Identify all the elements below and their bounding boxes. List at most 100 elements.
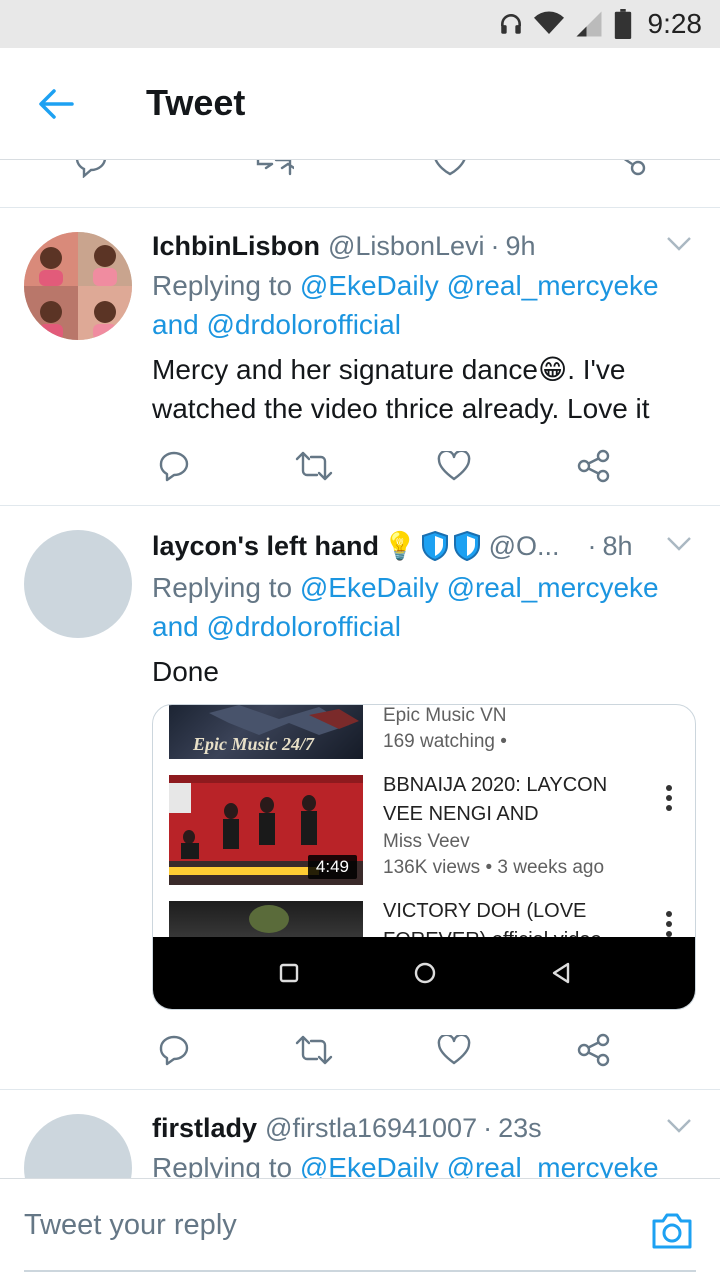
share-button[interactable]	[574, 1030, 614, 1070]
user-handle[interactable]: @firstla16941007	[265, 1113, 477, 1144]
status-bar: 9:28	[0, 0, 720, 48]
thumbnail-caption: Epic Music 24/7	[193, 734, 315, 754]
like-button[interactable]	[434, 446, 474, 486]
tweet-text-line: watched the video thrice already. Love i…	[152, 393, 650, 424]
tweet-header: firstlady @firstla16941007 · 23s	[152, 1110, 700, 1146]
share-icon	[577, 449, 610, 483]
display-name[interactable]: laycon's left hand	[152, 531, 379, 562]
back-triangle-icon	[552, 962, 570, 984]
more-options-icon[interactable]	[665, 911, 673, 937]
replying-to: Replying to @EkeDaily @real_mercyeke	[152, 1148, 690, 1178]
video-list-item[interactable]: Epic Music 24/7 Epic Music VN 169 watchi…	[169, 705, 695, 761]
video-title: VEE NENGI AND	[383, 803, 539, 825]
shield-emoji-icon	[421, 530, 448, 562]
mention-link[interactable]: @EkeDaily	[300, 1152, 439, 1178]
replying-prefix: Replying to	[152, 270, 293, 301]
recents-icon	[279, 963, 299, 983]
chevron-down-icon[interactable]	[666, 536, 692, 552]
video-thumbnail: 4:49	[169, 775, 363, 885]
video-stats: 136K views • 3 weeks ago	[383, 857, 605, 878]
retweet-button[interactable]	[294, 1030, 334, 1070]
tweet-text: Done	[152, 656, 219, 687]
headphones-icon	[500, 14, 521, 34]
page-title: Tweet	[146, 82, 246, 123]
display-name[interactable]: IchbinLisbon	[152, 231, 320, 262]
video-title: FOREVER) official video	[383, 926, 655, 937]
video-stats: 169 watching •	[383, 731, 507, 752]
home-circle-icon	[414, 962, 436, 984]
tweet-actions	[152, 1030, 632, 1070]
video-list-item[interactable]: VICTORY DOH (LOVE FOREVER) official vide…	[169, 901, 695, 937]
mention-link[interactable]: @drdolorofficial	[207, 309, 401, 340]
video-list-item[interactable]: 4:49 BBNAIJA 2020: LAYCON VEE NENGI AND …	[169, 774, 695, 887]
heart-icon	[437, 451, 471, 481]
chevron-down-icon[interactable]	[666, 236, 692, 252]
mention-link[interactable]: @EkeDaily	[300, 270, 439, 301]
display-name[interactable]: firstlady	[152, 1113, 257, 1144]
status-icons: 9:28	[498, 0, 702, 48]
and-word: and	[152, 611, 199, 642]
mention-link[interactable]: @drdolorofficial	[207, 611, 401, 642]
reply-composer	[0, 1178, 720, 1280]
shield-emoji-icon	[453, 530, 480, 562]
retweet-button[interactable]	[294, 446, 334, 486]
avatar[interactable]	[24, 530, 132, 638]
replying-prefix: Replying to	[152, 572, 293, 603]
video-meta: BBNAIJA 2020: LAYCON VEE NENGI AND Miss …	[383, 771, 655, 881]
avatar[interactable]	[24, 1114, 132, 1178]
separator: ·	[490, 230, 500, 261]
reply-input[interactable]	[24, 1179, 624, 1271]
share-icon[interactable]	[610, 160, 650, 180]
app-header: Tweet	[0, 48, 720, 160]
tweet-reply[interactable]: IchbinLisbon @LisbonLevi · 9h Replying t…	[0, 208, 720, 506]
heart-icon	[437, 1035, 471, 1065]
media-card[interactable]: Epic Music 24/7 Epic Music VN 169 watchi…	[152, 704, 696, 1010]
tweet-time: 8h	[602, 530, 633, 561]
tweet-reply[interactable]: firstlady @firstla16941007 · 23s Replyin…	[0, 1090, 720, 1178]
like-icon[interactable]	[432, 160, 468, 178]
user-handle[interactable]: @LisbonLevi	[328, 231, 485, 262]
replying-to: Replying to @EkeDaily @real_mercyeke and…	[152, 568, 690, 646]
reply-button[interactable]	[154, 1030, 194, 1070]
video-title: VICTORY DOH (LOVE	[383, 901, 587, 922]
thumbnail-art	[249, 905, 289, 933]
avatar[interactable]	[24, 232, 132, 340]
channel-name: Miss Veev	[383, 831, 470, 852]
video-title: BBNAIJA 2020: LAYCON	[383, 774, 608, 796]
video-meta: Epic Music VN 169 watching •	[383, 705, 655, 755]
retweet-icon	[295, 1035, 333, 1065]
more-options-icon[interactable]	[665, 785, 673, 815]
battery-icon	[614, 9, 631, 39]
mention-link[interactable]: @real_mercyeke	[447, 1152, 659, 1178]
tweet-header: laycon's left hand 💡 @O... · 8h	[152, 528, 700, 564]
mention-link[interactable]: @real_mercyeke	[447, 572, 659, 603]
reply-icon[interactable]	[72, 160, 110, 178]
video-thumbnail: Epic Music 24/7	[169, 705, 363, 759]
tweet-text: Mercy and her signature dance😁. I've wat…	[152, 350, 690, 428]
retweet-icon[interactable]	[254, 160, 294, 178]
reply-icon	[159, 1035, 189, 1066]
share-button[interactable]	[574, 446, 614, 486]
chevron-down-icon[interactable]	[666, 1118, 692, 1134]
like-button[interactable]	[434, 1030, 474, 1070]
camera-icon[interactable]	[650, 1209, 694, 1253]
separator: ·	[483, 1112, 493, 1143]
tweet-time: 9h	[505, 230, 536, 261]
mention-link[interactable]: @EkeDaily	[300, 572, 439, 603]
channel-name: Epic Music VN	[383, 705, 507, 726]
video-meta: VICTORY DOH (LOVE FOREVER) official vide…	[383, 901, 655, 937]
wifi-icon	[533, 11, 564, 34]
retweet-icon	[295, 451, 333, 481]
profile-photo	[24, 232, 132, 340]
replying-to: Replying to @EkeDaily @real_mercyeke and…	[152, 266, 690, 344]
signal-icon	[576, 11, 601, 37]
back-button[interactable]	[26, 78, 86, 130]
mention-link[interactable]: @real_mercyeke	[447, 270, 659, 301]
tweet-reply[interactable]: laycon's left hand 💡 @O... · 8h Replying…	[0, 506, 720, 1090]
user-handle[interactable]: @O...	[489, 531, 560, 562]
grin-emoji-icon: 😁	[538, 354, 568, 385]
reply-button[interactable]	[154, 446, 194, 486]
embedded-nav-bar	[153, 937, 695, 1009]
tweet-header: IchbinLisbon @LisbonLevi · 9h	[152, 228, 700, 264]
separator: ·	[587, 530, 597, 561]
